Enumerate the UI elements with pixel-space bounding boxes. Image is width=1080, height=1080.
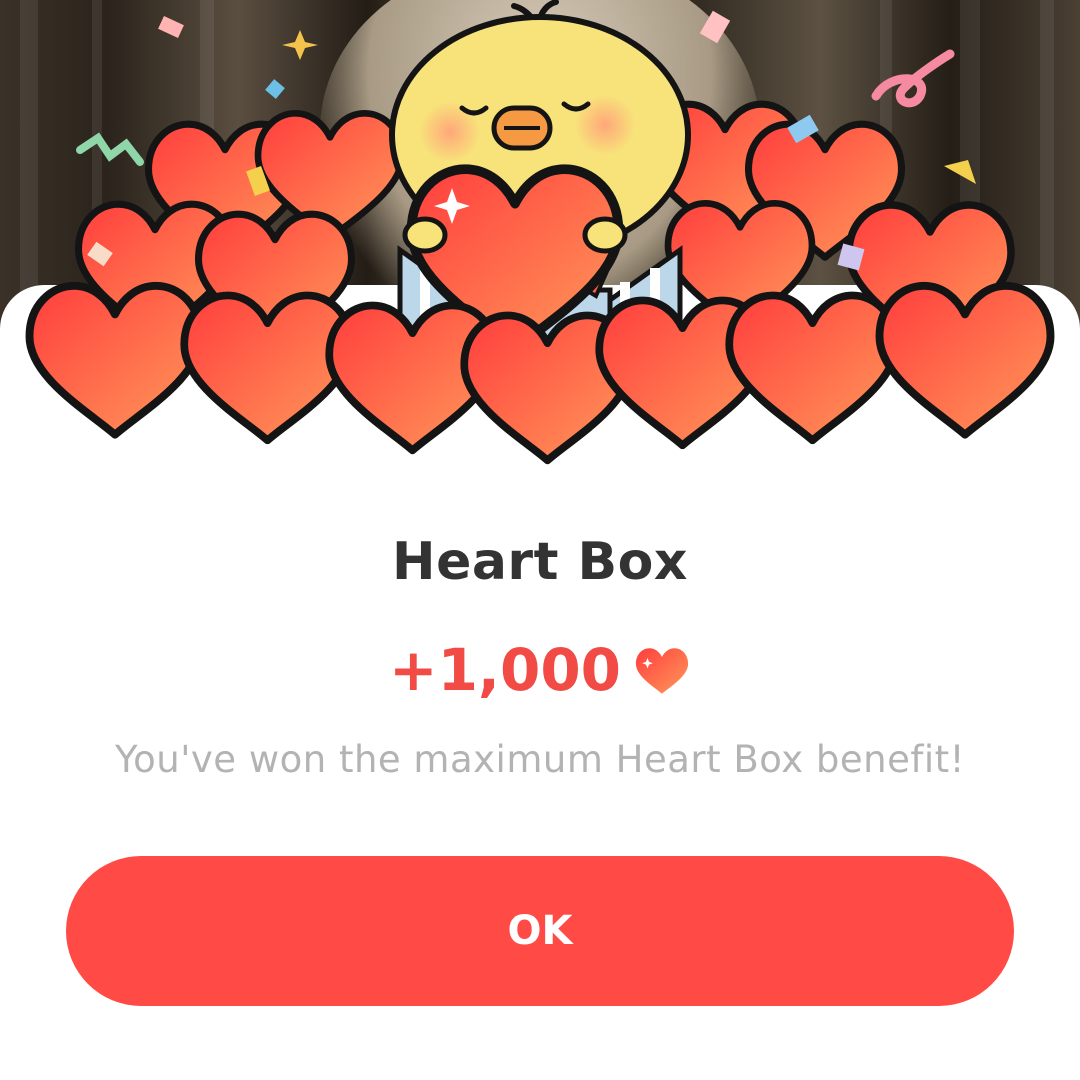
reward-message: You've won the maximum Heart Box benefit… [114, 738, 966, 781]
reward-amount: +1,000 [388, 636, 622, 704]
heart-icon [729, 295, 896, 440]
heart-icon [30, 286, 201, 435]
heart-box-illustration [0, 0, 1080, 480]
ok-button[interactable]: OK [66, 856, 1014, 1006]
dialog-title: Heart Box [392, 532, 688, 592]
heart-icon [880, 286, 1051, 435]
heart-icon [635, 648, 689, 694]
heart-icon [184, 295, 351, 440]
reward-row: +1,000 [0, 630, 1080, 710]
